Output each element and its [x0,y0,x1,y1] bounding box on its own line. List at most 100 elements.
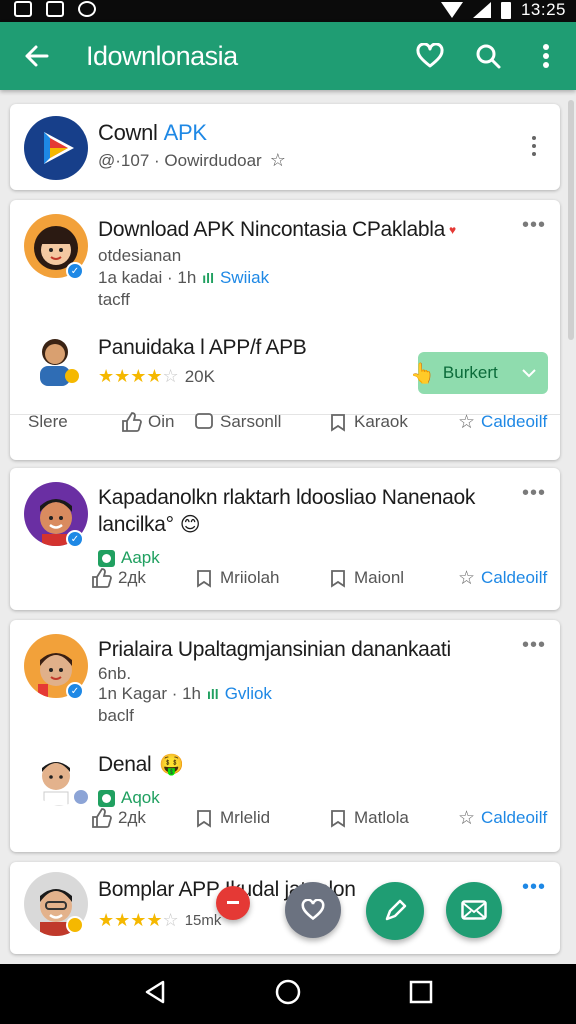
status-dot [72,788,90,806]
header-title-apk: APK [163,120,207,145]
status-bar: 13:25 [0,0,576,22]
save-action[interactable]: Maionl [328,568,404,588]
post-title[interactable]: Prialaira Upaltagmjansinian danankaati [98,638,451,662]
smile-emoji: 😊 [179,514,201,536]
verified-badge-icon: ✓ [66,682,84,700]
star-outline-icon: ☆ [458,807,476,829]
nav-back-icon[interactable] [143,980,167,1009]
star-outline-icon: ☆ [458,411,476,433]
comment-icon [195,413,213,429]
sub-item-title[interactable]: Panuidaka l APP/f APB [98,336,307,360]
share-action[interactable]: Slere [28,412,68,432]
scrollbar[interactable] [568,100,574,340]
status-time: 13:25 [520,0,566,19]
post-line: baclf [98,706,134,725]
download-action[interactable]: ☆ Caldeoilf [458,807,547,830]
star-outline-icon[interactable]: ☆ [270,150,286,171]
android-box-icon [98,549,115,567]
thumb-up-icon [92,808,112,828]
image-notification-icon [46,1,64,17]
like-action[interactable]: 2дk [90,567,146,589]
star-outline-icon: ☆ [458,567,476,589]
bookmark-icon [331,414,345,432]
rating-count: 20K [184,366,215,386]
post-more-icon[interactable]: ••• [522,634,546,657]
post-more-icon[interactable]: ••• [522,214,546,237]
favorite-fab[interactable] [285,882,341,938]
notification-badge-button[interactable] [216,886,250,920]
post-more-icon[interactable]: ••• [522,876,546,899]
post-card: ✓ Kapadanolkn rlaktarh ldoosliao Nanenao… [10,468,560,610]
bookmark-icon [331,810,345,828]
verified-badge-icon: ✓ [66,262,84,280]
post-card: ✓ Prialaira Upaltagmjansinian danankaati… [10,620,560,852]
minus-icon [227,901,239,904]
favorite-heart-icon[interactable] [408,34,452,78]
rating-stars: ★★★★☆ [98,910,179,930]
money-emoji: 🤑 [159,754,185,776]
comment-action[interactable]: Mrlelid [194,808,270,828]
save-action[interactable]: Matlola [328,808,409,828]
sub-item-title[interactable]: Denal [98,753,152,777]
thumb-up-icon [122,412,142,432]
verified-badge-icon: ✓ [66,530,84,548]
app-notification-icon [78,1,96,17]
heart-icon [301,899,325,921]
nav-home-icon[interactable] [274,978,302,1011]
thumb-up-icon [92,568,112,588]
comment-icon [197,810,211,828]
message-fab[interactable] [446,882,502,938]
wifi-icon [440,2,463,18]
hand-icon: 👆 [410,362,435,385]
app-bar: Idownlonasia [0,22,576,90]
signal-bars-icon: ıll [202,270,214,286]
bookmark-button[interactable]: 👆 Burkert [410,352,548,394]
bookmark-button-label: Burkert [442,363,498,382]
android-box-icon [98,789,115,807]
header-title-prefix: Cownl [98,120,158,145]
nav-recents-icon[interactable] [409,980,433,1009]
rating-count: 15mk [184,912,222,929]
comment-action[interactable]: Mriiolah [194,568,280,588]
chevron-down-icon [522,369,536,378]
bookmark-icon [331,570,345,588]
battery-icon [500,1,511,19]
like-action[interactable]: Oin [120,411,174,433]
mail-icon [461,900,487,920]
sub-item-avatar[interactable] [28,332,82,392]
system-nav-bar [0,964,576,1024]
comment-action[interactable]: Sarsonll [194,412,281,432]
download-action[interactable]: ☆ Caldeoilf [458,411,547,434]
notification-icon [14,1,32,17]
back-arrow-icon[interactable] [16,36,56,76]
header-subtitle: @·107 · Oowirdudoar [98,150,262,170]
post-meta-link[interactable]: Swiiak [220,268,269,288]
download-action[interactable]: ☆ Caldeoilf [458,567,547,590]
signal-bars-icon: ıll [207,686,219,702]
apk-tag[interactable]: Aapk [98,548,160,568]
post-meta: 1a kadai · 1h [98,268,197,287]
overflow-menu-icon[interactable] [524,34,568,78]
header-more-icon[interactable] [532,136,536,156]
pencil-icon [385,899,407,921]
search-icon[interactable] [466,34,510,78]
app-header-card[interactable]: Cownl APK @·107 · Oowirdudoar ☆ [10,104,560,190]
post-title[interactable]: Download APK Nincontasia CPaklabla [98,218,445,242]
edit-fab[interactable] [366,882,424,940]
status-dot [66,916,84,934]
post-meta: 1n Kagar · 1h [98,684,202,703]
save-action[interactable]: Karaok [328,412,408,432]
post-more-icon[interactable]: ••• [522,482,546,505]
post-card: ✓ Download APK Nincontasia CPaklabla ♥ •… [10,200,560,460]
like-action[interactable]: 2дk [90,807,146,829]
app-title: Idownlonasia [86,40,238,71]
apk-tag[interactable]: Aqok [98,788,160,808]
post-meta-link[interactable]: Gvliok [225,684,272,704]
post-line: 6nb. [98,664,132,683]
apk-logo [24,116,88,180]
heart-small-icon: ♥ [449,223,457,237]
post-title[interactable]: Kapadanolkn rlaktarh ldoosliao Nanenaok [98,486,475,510]
signal-icon [472,2,491,18]
comment-icon [197,570,211,588]
rating-stars: ★★★★☆ [98,366,179,386]
